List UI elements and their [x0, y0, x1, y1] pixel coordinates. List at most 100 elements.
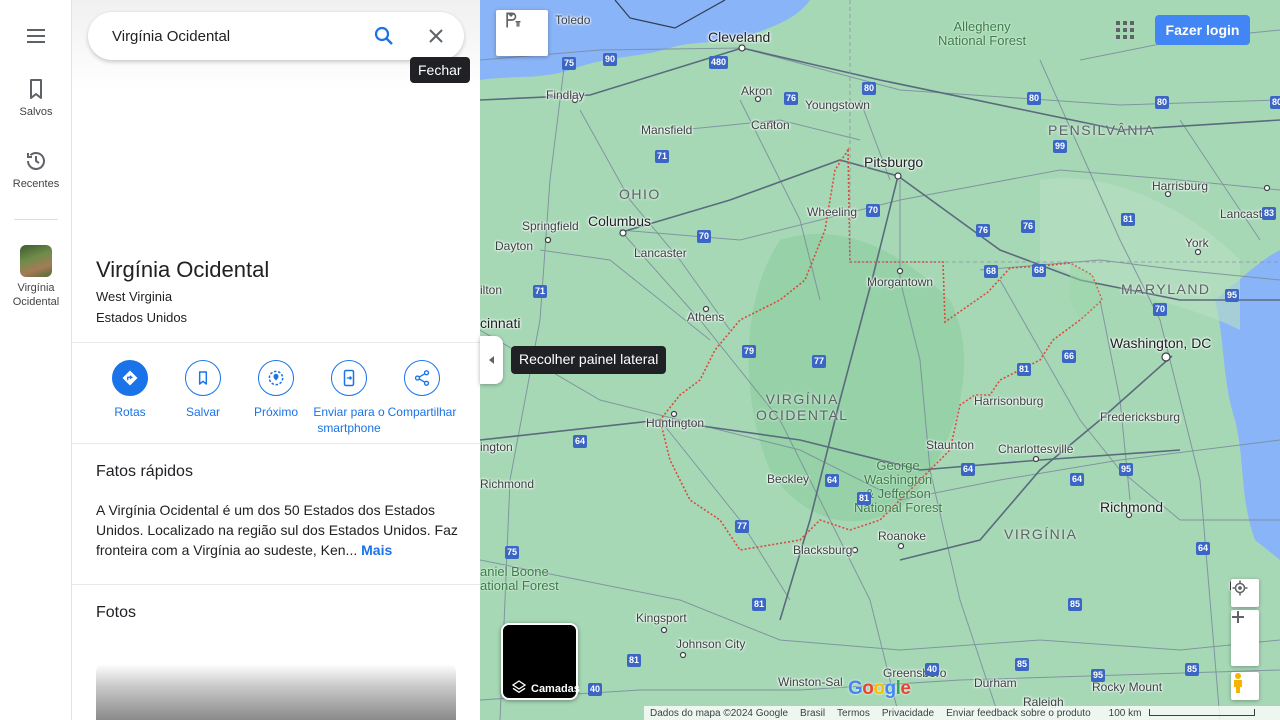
city-label: Springfield: [522, 219, 579, 233]
nearby-button[interactable]: Próximo: [236, 360, 316, 420]
photo-thumbnail[interactable]: [96, 664, 456, 720]
more-link[interactable]: Mais: [361, 542, 392, 558]
send-to-phone-button[interactable]: Enviar para o smartphone: [309, 360, 389, 436]
recent-place-thumbnail: [20, 245, 52, 277]
city-label: Pitsburgo: [864, 154, 924, 170]
search-input[interactable]: [112, 27, 362, 45]
region-label: VIRGÍNIA: [1004, 526, 1078, 542]
directions-icon: [122, 370, 138, 386]
highway-shield: 68: [984, 265, 999, 278]
share-button[interactable]: Compartilhar: [382, 360, 462, 420]
send-to-phone-icon: [343, 369, 355, 387]
city-label: Washington, DC: [1110, 335, 1212, 351]
city-label: Johnson City: [676, 637, 746, 651]
scale-bar: [1149, 708, 1256, 716]
menu-icon: [27, 29, 45, 43]
city-label: Columbus: [588, 213, 652, 229]
city-label: Canton: [751, 118, 790, 132]
highway-shield: 71: [533, 285, 548, 298]
highway-shield: 80: [862, 82, 877, 95]
save-circle: [185, 360, 221, 396]
highway-shield: 70: [697, 230, 712, 243]
highway-shield: 66: [1062, 350, 1077, 363]
city-label: Findlay: [546, 88, 585, 102]
city-label: Beckley: [767, 472, 810, 486]
recents-label: Recentes: [12, 178, 60, 190]
city-label: York: [1185, 236, 1209, 250]
search-button[interactable]: [372, 24, 396, 48]
highway-shield: 64: [825, 474, 840, 487]
bookmark-icon: [198, 371, 208, 385]
directions-button[interactable]: Rotas: [90, 360, 170, 420]
send-to-phone-label: Enviar para o smartphone: [313, 405, 385, 435]
city-label: Harrisburg: [1152, 179, 1209, 193]
city-label: Akron: [741, 84, 773, 98]
close-search-button[interactable]: [424, 24, 448, 48]
transit-toggle[interactable]: [496, 10, 548, 56]
login-button[interactable]: Fazer login: [1155, 15, 1250, 45]
city-label: Durham: [974, 676, 1017, 690]
city-label: Mansfield: [641, 123, 693, 137]
rail-divider: [14, 219, 58, 220]
divider: [72, 342, 480, 343]
nearby-icon: [268, 370, 284, 386]
city-label: Huntington: [646, 416, 705, 430]
city-label: Blacksburg: [793, 543, 853, 557]
terms-link[interactable]: Termos: [831, 708, 876, 719]
highway-shield: 81: [1121, 213, 1136, 226]
share-circle: [404, 360, 440, 396]
logo-letter: e: [900, 678, 911, 699]
side-panel: Fechar Virgínia Ocidental West Virginia …: [72, 0, 480, 720]
highway-shield: 95: [1091, 669, 1106, 682]
city-label: Morgantown: [867, 275, 934, 289]
menu-button[interactable]: [0, 24, 72, 48]
scale-label[interactable]: 100 km: [1097, 708, 1262, 719]
country-link[interactable]: Brasil: [794, 708, 831, 719]
collapse-panel-button[interactable]: [480, 336, 503, 384]
logo-letter: o: [873, 678, 885, 699]
highway-shield: 480: [709, 56, 729, 69]
place-title: Virgínia Ocidental: [96, 257, 270, 282]
highway-shield: 64: [573, 435, 588, 448]
recents-button[interactable]: Recentes: [0, 149, 72, 191]
city-label: Dayton: [495, 239, 534, 253]
share-label: Compartilhar: [387, 405, 457, 419]
street-view-pegman[interactable]: [1231, 672, 1259, 700]
layers-button[interactable]: Camadas: [501, 623, 580, 700]
scale-text: 100 km: [1108, 707, 1142, 719]
google-apps-button[interactable]: [1113, 18, 1137, 42]
saved-label: Salvos: [19, 106, 53, 118]
region-label: VIRGÍNIA OCIDENTAL: [756, 391, 849, 423]
highway-shield: 40: [925, 663, 940, 676]
map-footer: Dados do mapa ©2024 Google Brasil Termos…: [644, 706, 1280, 720]
highway-shield: 79: [742, 345, 757, 358]
recent-place-button[interactable]: Virgínia Ocidental: [0, 245, 72, 309]
highway-shield: 83: [1262, 207, 1277, 220]
save-button[interactable]: Salvar: [163, 360, 243, 420]
highway-shield: 64: [1196, 542, 1211, 555]
city-label: Youngstown: [805, 98, 870, 112]
caret-left-icon: [488, 356, 494, 364]
highway-shield: 68: [1032, 264, 1047, 277]
highway-shield: 80: [1027, 92, 1042, 105]
history-icon: [27, 152, 45, 170]
highway-shield: 80: [1270, 96, 1280, 109]
my-location-button[interactable]: [1231, 579, 1259, 607]
place-country: Estados Unidos: [96, 310, 188, 325]
minus-icon: [1232, 616, 1244, 618]
highway-shield: 76: [1021, 220, 1036, 233]
privacy-link[interactable]: Privacidade: [876, 708, 940, 719]
city-label: Richmond: [1100, 499, 1164, 515]
highway-shield: 70: [866, 204, 881, 217]
highway-shield: 70: [1153, 303, 1168, 316]
city-label: Lancaster: [634, 246, 687, 260]
dropdown-icon[interactable]: [506, 10, 516, 20]
divider: [72, 584, 480, 585]
close-tooltip: Fechar: [410, 57, 470, 83]
photos-title: Fotos: [96, 604, 137, 621]
saved-button[interactable]: Salvos: [0, 77, 72, 119]
city-label: ilton: [480, 283, 503, 297]
region-label: MARYLAND: [1121, 281, 1211, 297]
layers-label: Camadas: [531, 683, 580, 695]
feedback-link[interactable]: Enviar feedback sobre o produto: [940, 708, 1097, 719]
